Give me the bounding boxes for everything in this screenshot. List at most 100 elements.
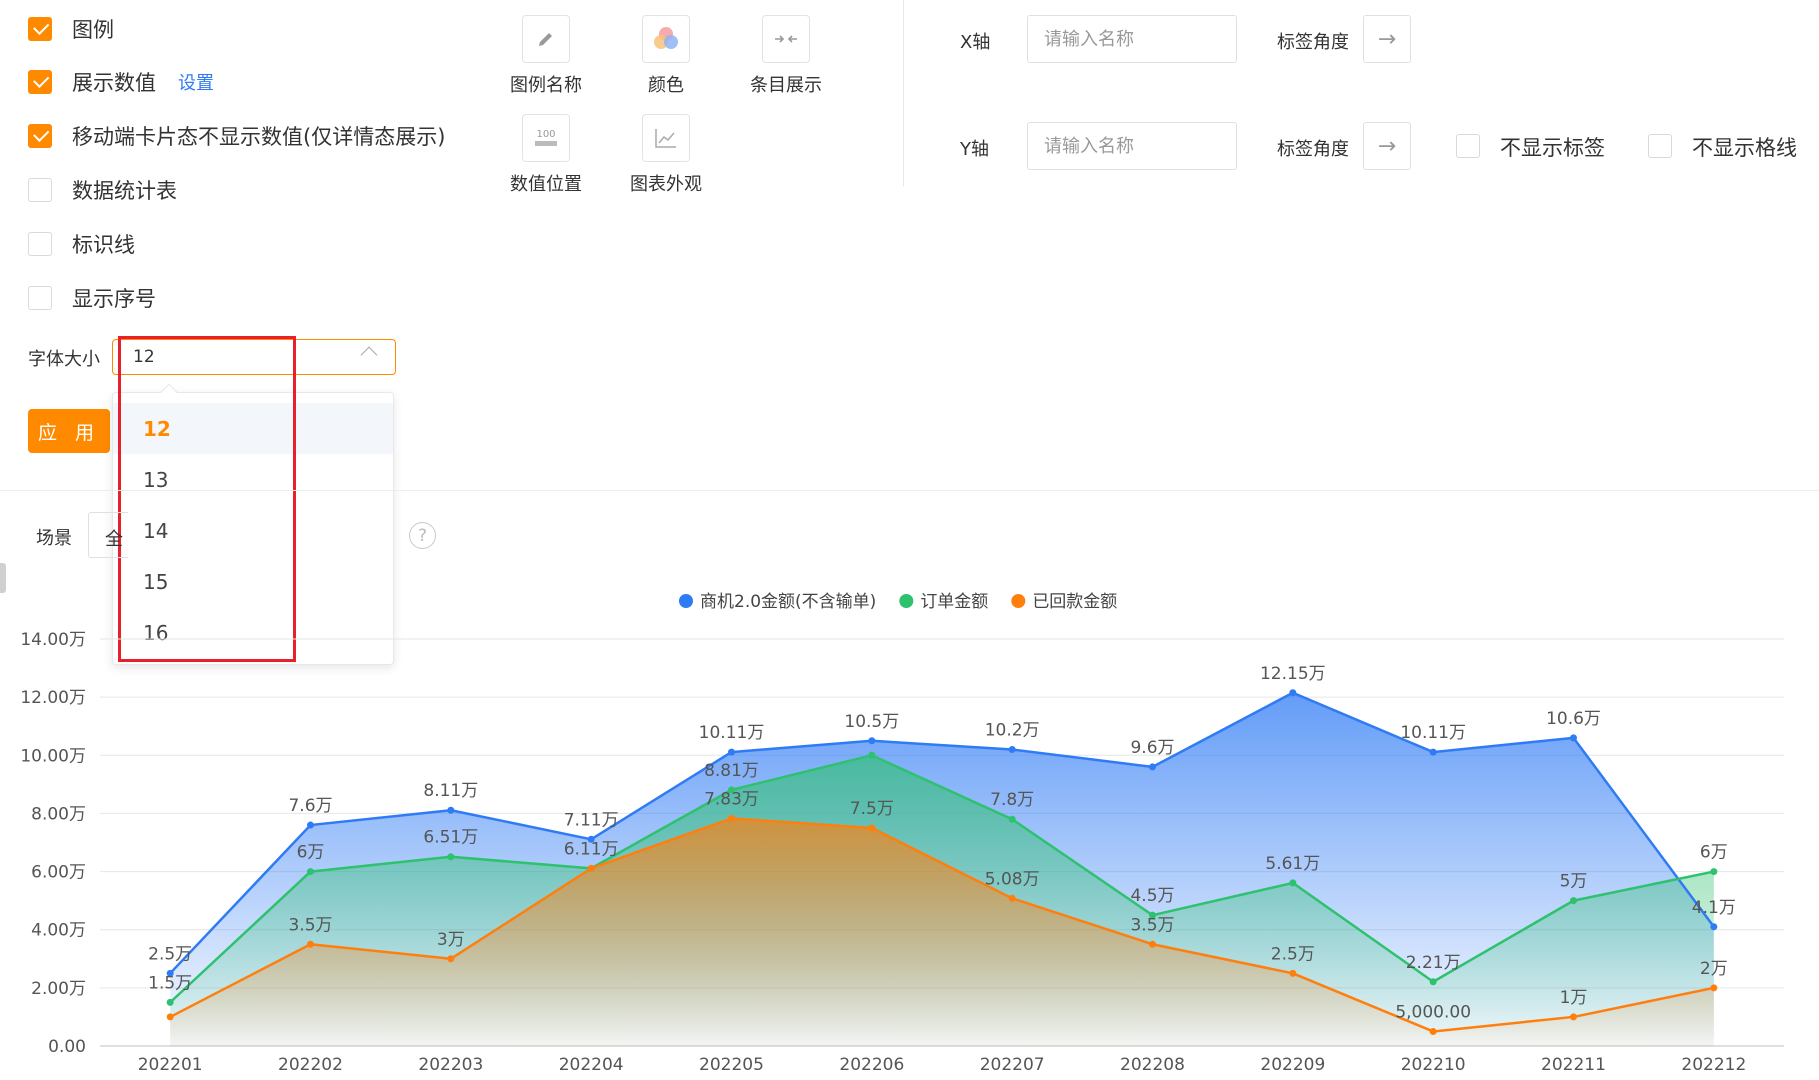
arrow-right-icon: → <box>1377 133 1397 159</box>
data-point <box>1570 897 1577 905</box>
svg-text:100: 100 <box>536 129 555 140</box>
data-point <box>1429 978 1437 986</box>
option-show-index[interactable]: 显示序号 <box>28 284 156 312</box>
x-tick-label: 202212 <box>1681 1055 1746 1075</box>
collapse-arrows-icon <box>775 35 797 43</box>
data-point <box>1710 923 1718 931</box>
data-point <box>447 955 455 963</box>
font-size-label: 字体大小 <box>28 349 100 370</box>
x-tick-label: 202207 <box>980 1055 1045 1075</box>
tool-button[interactable]: 100 <box>522 114 570 162</box>
x-tick-label: 202204 <box>559 1055 624 1075</box>
data-point <box>1289 969 1297 977</box>
show-values-checkbox[interactable] <box>28 70 52 94</box>
data-label: 7.83万 <box>704 789 759 809</box>
tool-button[interactable] <box>642 114 690 162</box>
tool-button[interactable] <box>522 15 570 63</box>
y-tick-label: 12.00万 <box>20 688 86 708</box>
panel-divider <box>903 0 904 186</box>
tool-label: 图表外观 <box>630 174 702 195</box>
data-label: 6.51万 <box>423 828 478 848</box>
tool-color[interactable]: 颜色 <box>606 15 726 97</box>
data-label: 3万 <box>437 930 465 950</box>
x-axis-angle-button[interactable]: → <box>1363 15 1411 63</box>
data-label: 10.11万 <box>1400 723 1466 743</box>
option-label: 标识线 <box>72 233 135 257</box>
data-point <box>1429 748 1437 756</box>
data-point <box>587 864 595 872</box>
tool-legend-name[interactable]: 图例名称 <box>486 15 606 97</box>
data-label: 7.6万 <box>288 796 332 816</box>
data-label: 7.5万 <box>850 799 894 819</box>
data-label: 8.11万 <box>423 781 478 801</box>
option-marker-line[interactable]: 标识线 <box>28 230 135 258</box>
y-tick-label: 4.00万 <box>31 921 86 941</box>
color-palette-icon <box>654 27 678 49</box>
chart-appearance-icon <box>655 129 676 148</box>
option-data-table[interactable]: 数据统计表 <box>28 176 177 204</box>
data-point <box>166 1013 174 1021</box>
x-axis-name-input[interactable] <box>1027 15 1237 63</box>
mobile-hide-values-checkbox[interactable] <box>28 124 52 148</box>
apply-button[interactable]: 应 用 <box>28 409 110 453</box>
tool-chart-appearance[interactable]: 图表外观 <box>606 114 726 196</box>
x-tick-label: 202203 <box>418 1055 483 1075</box>
data-point <box>728 748 735 756</box>
data-label: 10.2万 <box>985 720 1040 740</box>
option-mobile-hide-values[interactable]: 移动端卡片态不显示数值(仅详情态展示) <box>28 122 445 150</box>
hide-grid-label: 不显示格线 <box>1692 136 1797 160</box>
area-chart: 0.00 2.00万 4.00万 6.00万 8.00万 10.00万 12.00万 14.0… <box>20 592 1784 1075</box>
tool-button[interactable] <box>762 15 810 63</box>
data-point <box>1149 940 1156 948</box>
tool-label: 数值位置 <box>510 174 582 195</box>
option-legend[interactable]: 图例 <box>28 15 114 43</box>
data-label: 12.15万 <box>1260 664 1326 684</box>
data-label: 5万 <box>1560 872 1588 892</box>
data-point <box>1429 1027 1437 1035</box>
tool-button[interactable] <box>642 15 690 63</box>
y-tick-label: 14.00万 <box>20 630 86 650</box>
pencil-icon <box>539 33 552 46</box>
y-axis-angle-button[interactable]: → <box>1363 122 1411 170</box>
x-tick-label: 202210 <box>1401 1055 1466 1075</box>
show-index-checkbox[interactable] <box>28 286 52 310</box>
option-label: 数据统计表 <box>72 179 177 203</box>
x-tick-label: 202206 <box>839 1055 904 1075</box>
x-tick-label: 202208 <box>1120 1055 1185 1075</box>
option-show-values[interactable]: 展示数值 设置 <box>28 68 214 96</box>
tool-value-position[interactable]: 100 数值位置 <box>486 114 606 196</box>
data-point <box>1008 815 1016 823</box>
data-label: 7.8万 <box>990 790 1034 810</box>
legend-checkbox[interactable] <box>28 17 52 41</box>
data-point <box>166 998 174 1006</box>
data-point <box>868 751 876 759</box>
x-tick-label: 202209 <box>1260 1055 1325 1075</box>
data-point <box>868 737 876 745</box>
option-label: 显示序号 <box>72 287 156 311</box>
help-icon[interactable]: ? <box>409 522 436 549</box>
hide-labels-checkbox[interactable] <box>1456 134 1480 158</box>
hide-grid-checkbox[interactable] <box>1648 134 1672 158</box>
data-label: 9.6万 <box>1130 738 1174 758</box>
tool-items-display[interactable]: 条目展示 <box>726 15 846 97</box>
y-axis-name-input[interactable] <box>1027 122 1237 170</box>
data-point <box>307 868 314 876</box>
marker-line-checkbox[interactable] <box>28 232 52 256</box>
legend-marker <box>899 594 914 608</box>
y-axis-label: Y轴 <box>960 139 989 160</box>
x-tick-label: 202202 <box>278 1055 343 1075</box>
data-label: 10.5万 <box>844 712 899 732</box>
data-point <box>1570 1013 1577 1021</box>
data-point <box>728 814 735 822</box>
data-table-checkbox[interactable] <box>28 178 52 202</box>
value-position-icon: 100 <box>535 129 557 146</box>
data-label: 6.11万 <box>564 839 619 859</box>
option-label: 展示数值 <box>72 71 156 95</box>
settings-link[interactable]: 设置 <box>178 69 214 95</box>
data-label: 5.61万 <box>1265 854 1320 874</box>
scene-select[interactable]: 全 <box>88 512 128 558</box>
y-axis-angle-label: 标签角度 <box>1277 139 1349 160</box>
y-tick-label: 2.00万 <box>31 979 86 999</box>
data-label: 2万 <box>1700 959 1728 979</box>
data-label: 6万 <box>297 843 325 863</box>
